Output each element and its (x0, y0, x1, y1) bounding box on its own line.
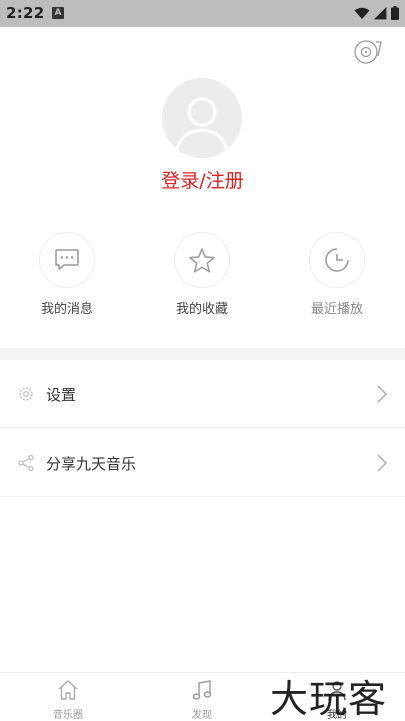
home-icon (58, 680, 78, 700)
chevron-right-icon (377, 454, 387, 472)
wifi-icon (354, 7, 370, 19)
chevron-right-icon (377, 385, 387, 403)
watermark: 大玩客 (270, 677, 388, 721)
star-icon (189, 247, 215, 273)
tab-label: 发现 (192, 710, 212, 721)
vinyl-disc-icon[interactable] (352, 38, 386, 66)
shortcut-label: 最近播放 (310, 302, 363, 317)
message-icon (55, 249, 79, 270)
menu-item-settings[interactable]: 设置 (0, 360, 405, 428)
music-note-icon (192, 680, 212, 700)
menu-item-label: 分享九天音乐 (46, 455, 137, 473)
signal-icon (374, 6, 387, 19)
status-bar: 2:22 A (0, 0, 405, 27)
status-icons (354, 6, 399, 20)
login-register-link[interactable]: 登录/注册 (0, 166, 405, 193)
tab-label: 音乐圈 (53, 710, 83, 721)
gear-icon (19, 387, 33, 401)
menu-item-label: 设置 (46, 386, 77, 404)
status-time: 2:22 (6, 4, 45, 22)
battery-icon (391, 6, 399, 20)
menu-item-share[interactable]: 分享九天音乐 (0, 429, 405, 497)
user-icon (174, 97, 230, 157)
notification-icon: A (52, 7, 64, 19)
tab-discover[interactable]: 发现 (162, 679, 242, 721)
shortcut-messages[interactable]: 我的消息 (12, 232, 122, 317)
shortcut-label: 我的消息 (40, 302, 93, 317)
shortcut-label: 我的收藏 (175, 302, 228, 317)
avatar[interactable] (162, 78, 242, 158)
tab-music-circle[interactable]: 音乐圈 (28, 679, 108, 721)
section-divider (0, 348, 405, 360)
share-icon (18, 454, 34, 472)
shortcut-favorites[interactable]: 我的收藏 (147, 232, 257, 317)
clock-icon (325, 248, 349, 272)
shortcut-recent[interactable]: 最近播放 (282, 232, 392, 317)
